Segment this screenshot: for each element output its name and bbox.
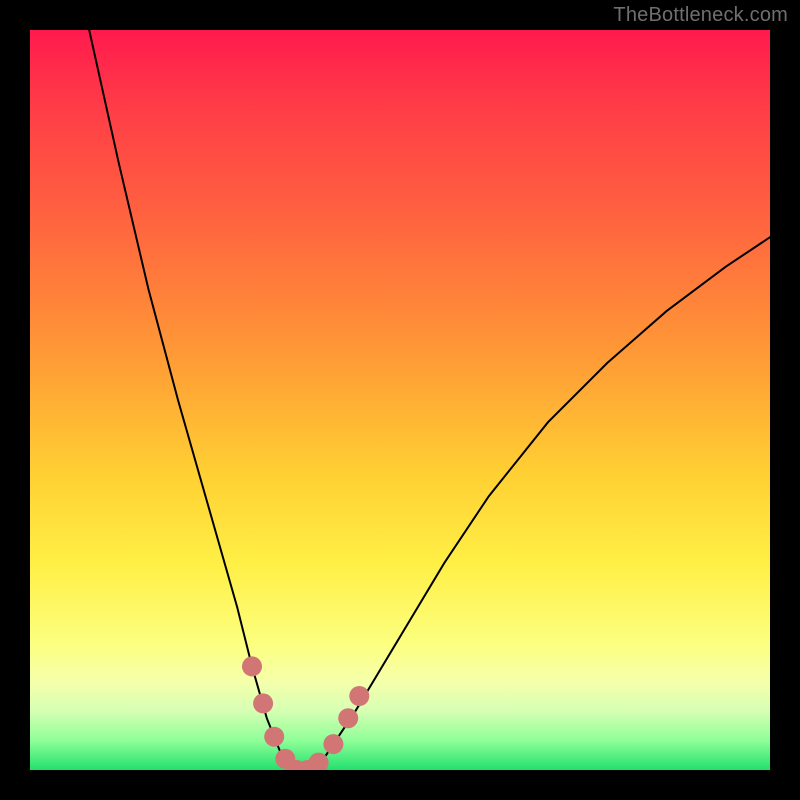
- chart-frame: TheBottleneck.com: [0, 0, 800, 800]
- bottleneck-curve: [89, 30, 770, 770]
- curve-layer: [30, 30, 770, 770]
- highlight-marker: [264, 727, 284, 747]
- highlight-marker: [349, 686, 369, 706]
- marker-group: [242, 656, 369, 770]
- watermark-text: TheBottleneck.com: [613, 4, 788, 27]
- highlight-marker: [242, 656, 262, 676]
- highlight-marker: [323, 734, 343, 754]
- plot-area: [30, 30, 770, 770]
- highlight-marker: [253, 693, 273, 713]
- highlight-marker: [338, 708, 358, 728]
